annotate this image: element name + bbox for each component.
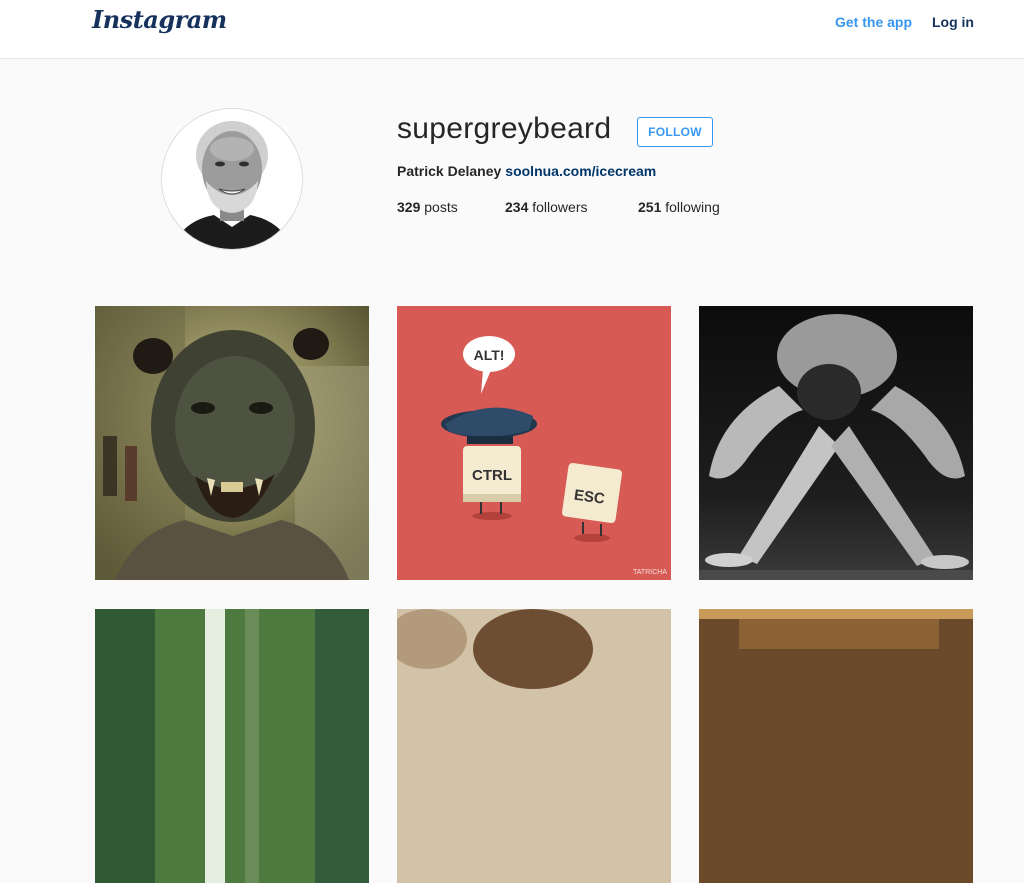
post-thumbnail-1[interactable] bbox=[95, 306, 369, 580]
log-in-link[interactable]: Log in bbox=[932, 14, 974, 30]
post-image-2: ALT! CTRL ESC TATRICHA bbox=[397, 306, 671, 580]
post-thumbnail-4[interactable] bbox=[95, 609, 369, 883]
post-image-3 bbox=[699, 306, 973, 580]
post-image-1 bbox=[95, 306, 369, 580]
followers-count: 234 bbox=[505, 199, 529, 215]
follow-button[interactable]: FOLLOW bbox=[637, 117, 713, 147]
get-the-app-link[interactable]: Get the app bbox=[835, 14, 912, 30]
profile-website-link[interactable]: soolnua.com/icecream bbox=[505, 163, 656, 179]
posts-count: 329 bbox=[397, 199, 421, 215]
posts-label: posts bbox=[424, 199, 458, 215]
post-thumbnail-2[interactable]: ALT! CTRL ESC TATRICHA bbox=[397, 306, 671, 580]
instagram-logo[interactable]: Instagram bbox=[92, 5, 227, 34]
post-image-5 bbox=[397, 609, 671, 883]
following-stat[interactable]: 251 following bbox=[638, 199, 720, 215]
ctrl-key-text: CTRL bbox=[472, 467, 512, 484]
post-image-4 bbox=[95, 609, 369, 883]
artist-signature: TATRICHA bbox=[633, 569, 667, 576]
following-count: 251 bbox=[638, 199, 662, 215]
avatar-photo bbox=[162, 109, 302, 249]
followers-label: followers bbox=[532, 199, 588, 215]
posts-stat: 329 posts bbox=[397, 199, 458, 215]
bubble-text: ALT! bbox=[474, 347, 505, 363]
post-thumbnail-3[interactable] bbox=[699, 306, 973, 580]
followers-stat[interactable]: 234 followers bbox=[505, 199, 588, 215]
post-thumbnail-5[interactable] bbox=[397, 609, 671, 883]
top-nav-bar: Instagram Get the app Log in bbox=[0, 0, 1024, 59]
profile-username: supergreybeard bbox=[397, 112, 612, 145]
profile-bio: Patrick Delaney soolnua.com/icecream bbox=[397, 163, 656, 179]
post-image-6 bbox=[699, 609, 973, 883]
profile-full-name: Patrick Delaney bbox=[397, 163, 502, 179]
profile-avatar[interactable] bbox=[162, 109, 302, 249]
following-label: following bbox=[665, 199, 720, 215]
post-thumbnail-6[interactable] bbox=[699, 609, 973, 883]
